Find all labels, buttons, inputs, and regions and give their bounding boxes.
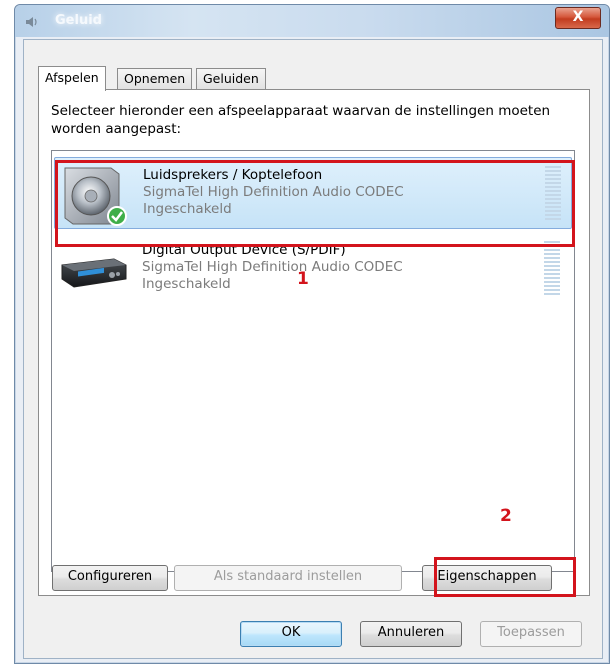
- device-driver: SigmaTel High Definition Audio CODEC: [142, 259, 403, 275]
- highlight-box-properties: [434, 557, 576, 597]
- tab-afspelen[interactable]: Afspelen: [38, 66, 106, 91]
- title-bar[interactable]: Geluid X: [15, 5, 609, 37]
- close-button[interactable]: X: [555, 7, 601, 29]
- instruction-text: Selecteer hieronder een afspeelapparaat …: [51, 103, 551, 137]
- set-default-button[interactable]: Als standaard instellen: [174, 565, 402, 591]
- highlight-box-device: [55, 160, 575, 247]
- ok-button[interactable]: OK: [240, 621, 342, 647]
- digital-output-device-icon: [61, 258, 127, 288]
- cancel-button[interactable]: Annuleren: [360, 621, 462, 647]
- tab-geluiden[interactable]: Geluiden: [196, 68, 266, 90]
- speaker-icon: [26, 17, 37, 27]
- callout-number-2: 2: [500, 506, 512, 526]
- device-info: Digital Output Device (S/PDIF) SigmaTel …: [142, 242, 403, 293]
- window-title: Geluid: [55, 13, 102, 28]
- apply-button[interactable]: Toepassen: [480, 621, 582, 647]
- callout-number-1: 1: [297, 269, 309, 289]
- device-status: Ingeschakeld: [142, 276, 231, 292]
- tab-opnemen[interactable]: Opnemen: [117, 68, 193, 90]
- configure-button[interactable]: Configureren: [52, 565, 168, 591]
- volume-meter: [544, 241, 560, 299]
